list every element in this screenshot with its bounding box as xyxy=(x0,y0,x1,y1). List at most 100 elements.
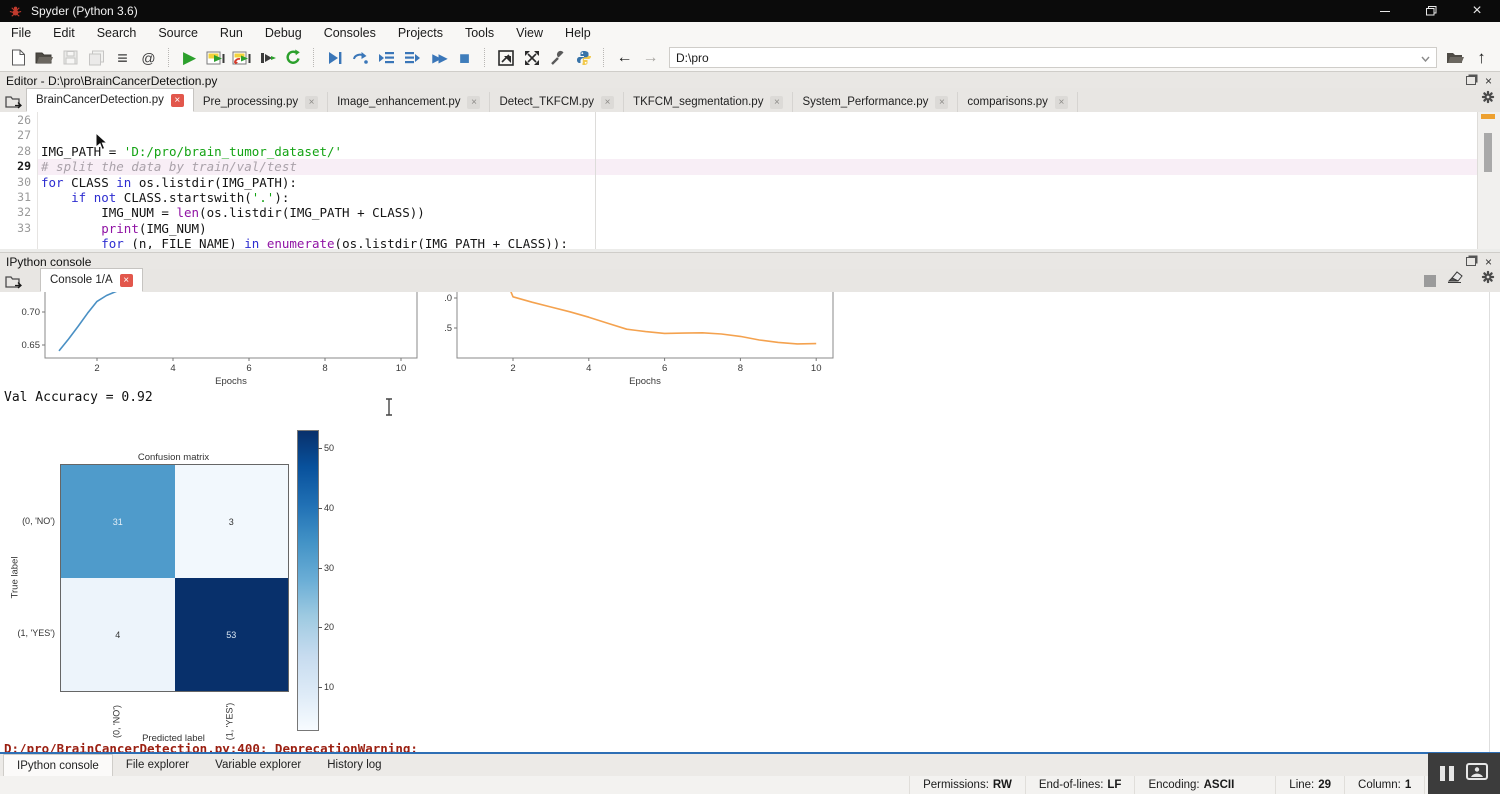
editor-scrollbar[interactable] xyxy=(1477,112,1500,249)
browse-directory-button[interactable] xyxy=(1445,47,1466,68)
console-pane-title: IPython console xyxy=(6,255,91,269)
code-line-27[interactable]: 27 xyxy=(0,128,1477,143)
code-line-31[interactable]: 31 if not CLASS.startswith('.'): xyxy=(0,190,1477,205)
console-output[interactable]: 2468100.700.65Epochs 2468101.00.5Epochs … xyxy=(0,292,1500,754)
bottom-tab-variable-explorer[interactable]: Variable explorer xyxy=(202,755,314,775)
menu-help[interactable]: Help xyxy=(554,22,602,44)
undock-icon[interactable] xyxy=(1466,257,1476,266)
close-tab-icon[interactable]: × xyxy=(171,94,184,107)
file-switcher-button[interactable]: ≡ xyxy=(112,47,133,68)
editor-tab-System_Performance.py[interactable]: System_Performance.py× xyxy=(793,92,958,112)
code-line-30[interactable]: 30for CLASS in os.listdir(IMG_PATH): xyxy=(0,175,1477,190)
save-all-button[interactable] xyxy=(86,47,107,68)
run-selection-icon xyxy=(259,50,277,66)
menu-source[interactable]: Source xyxy=(147,22,209,44)
toolbar-separator xyxy=(484,48,486,67)
step-out-button[interactable] xyxy=(402,47,423,68)
title-bar[interactable]: Spyder (Python 3.6) × xyxy=(0,0,1500,22)
code-line-next[interactable]: for (n, FILE_NAME) in enumerate(os.listd… xyxy=(0,236,1477,249)
step-over-button[interactable] xyxy=(350,47,371,68)
bottom-tab-ipython-console[interactable]: IPython console xyxy=(3,754,113,776)
run-cell-advance-button[interactable] xyxy=(231,47,252,68)
pause-icon[interactable] xyxy=(1440,766,1454,781)
browse-tabs-button[interactable] xyxy=(0,92,26,112)
interrupt-kernel-icon[interactable] xyxy=(1424,275,1436,287)
close-pane-icon[interactable]: × xyxy=(1485,75,1492,87)
code-text: # split the data by train/val/test xyxy=(37,159,1477,174)
snapshot-icon[interactable] xyxy=(1466,763,1488,785)
gear-icon xyxy=(1481,90,1495,104)
editor-tab-Image_enhancement.py[interactable]: Image_enhancement.py× xyxy=(328,92,490,112)
menu-search[interactable]: Search xyxy=(86,22,148,44)
close-tab-icon[interactable]: × xyxy=(467,96,480,109)
code-line-26[interactable]: 26 xyxy=(0,113,1477,128)
back-button[interactable]: ← xyxy=(614,47,635,68)
working-directory-combobox[interactable]: D:\pro xyxy=(669,47,1437,68)
parent-directory-button[interactable]: ↑ xyxy=(1471,47,1492,68)
close-tab-icon[interactable]: × xyxy=(120,274,133,287)
undock-icon[interactable] xyxy=(1466,76,1476,85)
menu-run[interactable]: Run xyxy=(209,22,254,44)
console-scrollbar[interactable] xyxy=(1489,292,1490,752)
pythonpath-manager-button[interactable] xyxy=(573,47,594,68)
rerun-script-button[interactable] xyxy=(283,47,304,68)
editor-tab-BrainCancerDetection.py[interactable]: BrainCancerDetection.py× xyxy=(26,88,194,112)
menu-projects[interactable]: Projects xyxy=(387,22,454,44)
bottom-tab-file-explorer[interactable]: File explorer xyxy=(113,755,202,775)
code-editor[interactable]: 262728IMG_PATH = 'D:/pro/brain_tumor_dat… xyxy=(0,112,1500,249)
maximize-pane-button[interactable] xyxy=(495,47,516,68)
editor-options-button[interactable] xyxy=(1481,90,1495,109)
restore-button[interactable] xyxy=(1408,0,1454,22)
minimize-button[interactable] xyxy=(1362,0,1408,22)
menu-tools[interactable]: Tools xyxy=(454,22,505,44)
close-pane-icon[interactable]: × xyxy=(1485,256,1492,268)
forward-button[interactable]: → xyxy=(640,47,661,68)
close-tab-icon[interactable]: × xyxy=(770,96,783,109)
editor-tab-Detect_TKFCM.py[interactable]: Detect_TKFCM.py× xyxy=(490,92,624,112)
editor-tab-comparisons.py[interactable]: comparisons.py× xyxy=(958,92,1078,112)
preferences-button[interactable] xyxy=(547,47,568,68)
forward-icon: → xyxy=(643,50,659,66)
browse-tabs-button[interactable] xyxy=(0,272,26,292)
menu-file[interactable]: File xyxy=(0,22,42,44)
debug-file-button[interactable] xyxy=(324,47,345,68)
menu-view[interactable]: View xyxy=(505,22,554,44)
menu-edit[interactable]: Edit xyxy=(42,22,86,44)
console-options-button[interactable] xyxy=(1481,270,1495,289)
close-tab-icon[interactable]: × xyxy=(601,96,614,109)
svg-text:0.65: 0.65 xyxy=(22,340,41,351)
working-directory-value: D:\pro xyxy=(676,51,709,65)
menu-consoles[interactable]: Consoles xyxy=(313,22,387,44)
open-file-button[interactable] xyxy=(34,47,55,68)
continue-execution-button[interactable]: ▶▶ xyxy=(428,47,449,68)
chevron-down-icon[interactable] xyxy=(1421,51,1430,65)
recorder-overlay[interactable] xyxy=(1428,753,1500,794)
clear-console-button[interactable] xyxy=(1447,270,1464,288)
new-file-button[interactable] xyxy=(8,47,29,68)
editor-pane-title: Editor - D:\pro\BrainCancerDetection.py xyxy=(6,74,217,88)
code-line-33[interactable]: 33 print(IMG_NUM) xyxy=(0,221,1477,236)
symbol-finder-button[interactable]: @ xyxy=(138,47,159,68)
editor-tab-Pre_processing.py[interactable]: Pre_processing.py× xyxy=(194,92,328,112)
close-tab-icon[interactable]: × xyxy=(305,96,318,109)
run-selection-button[interactable] xyxy=(257,47,278,68)
close-tab-icon[interactable]: × xyxy=(1055,96,1068,109)
menu-bar: FileEditSearchSourceRunDebugConsolesProj… xyxy=(0,22,1500,45)
code-line-28[interactable]: 28IMG_PATH = 'D:/pro/brain_tumor_dataset… xyxy=(0,144,1477,159)
save-button[interactable] xyxy=(60,47,81,68)
code-line-29[interactable]: 29# split the data by train/val/test xyxy=(0,159,1477,174)
menu-debug[interactable]: Debug xyxy=(254,22,313,44)
step-into-button[interactable] xyxy=(376,47,397,68)
console-tab[interactable]: Console 1/A × xyxy=(40,268,143,292)
bottom-tab-history-log[interactable]: History log xyxy=(314,755,394,775)
editor-tab-TKFCM_segmentation.py[interactable]: TKFCM_segmentation.py× xyxy=(624,92,793,112)
editor-tab-bar: BrainCancerDetection.py×Pre_processing.p… xyxy=(0,88,1500,113)
close-tab-icon[interactable]: × xyxy=(935,96,948,109)
run-file-button[interactable]: ▶ xyxy=(179,47,200,68)
fullscreen-button[interactable] xyxy=(521,47,542,68)
run-cell-button[interactable] xyxy=(205,47,226,68)
close-window-button[interactable]: × xyxy=(1454,0,1500,22)
code-line-32[interactable]: 32 IMG_NUM = len(os.listdir(IMG_PATH + C… xyxy=(0,205,1477,220)
stop-debug-button[interactable]: ■ xyxy=(454,47,475,68)
editor-scrollbar-thumb[interactable] xyxy=(1484,133,1492,172)
